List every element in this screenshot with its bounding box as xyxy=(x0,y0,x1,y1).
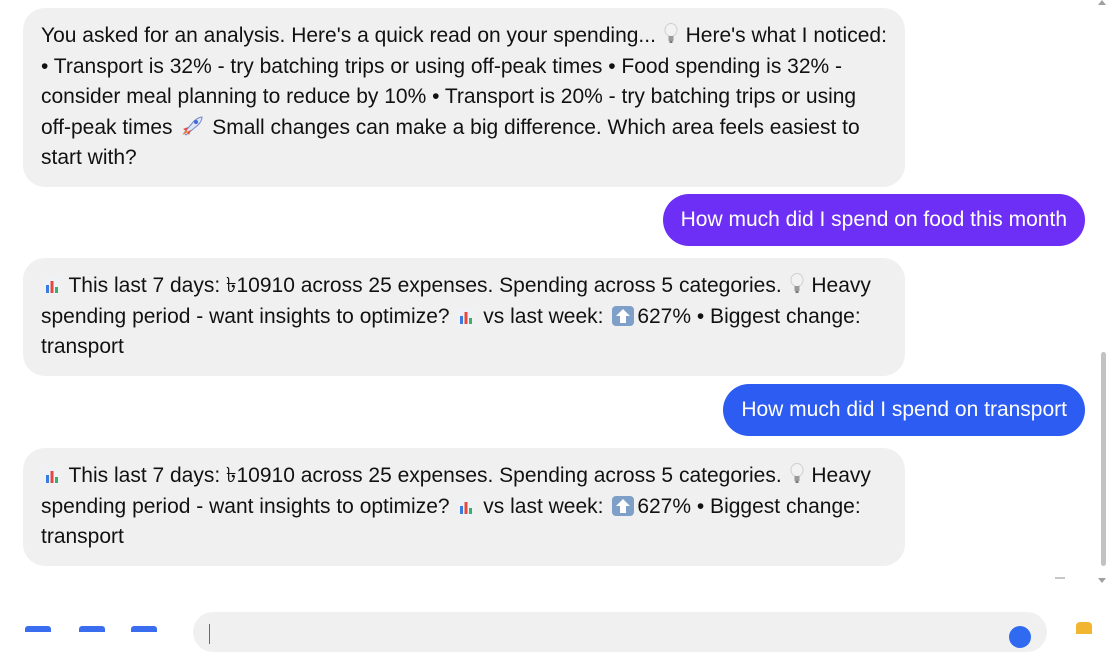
scroll-up-arrow-icon[interactable] xyxy=(1098,0,1106,5)
message-text: How much did I spend on transport xyxy=(741,398,1067,421)
bar-chart-icon xyxy=(44,278,60,294)
attach-file-icon[interactable] xyxy=(25,626,51,632)
assistant-message: This last 7 days: ৳10910 across 25 expen… xyxy=(23,258,905,376)
bar-chart-icon xyxy=(44,468,60,484)
up-arrow-icon xyxy=(612,305,635,326)
message-text: vs last week: xyxy=(483,304,604,328)
user-message: How much did I spend on food this month xyxy=(662,194,1085,246)
scrollbar[interactable] xyxy=(1098,0,1107,630)
message-text: How much did I spend on food this month xyxy=(680,208,1067,231)
scroll-down-arrow-icon[interactable] xyxy=(1098,578,1106,583)
assistant-message: You asked for an analysis. Here's a quic… xyxy=(23,8,905,187)
user-message: How much did I spend on transport xyxy=(723,384,1085,436)
folder-icon[interactable] xyxy=(131,626,157,632)
message-text: vs last week: xyxy=(483,494,604,518)
assistant-message: This last 7 days: ৳10910 across 25 expen… xyxy=(23,448,905,566)
bar-chart-icon xyxy=(458,308,475,325)
scrollbar-thumb[interactable] xyxy=(1101,352,1106,566)
message-composer xyxy=(0,600,1098,652)
like-icon[interactable] xyxy=(1076,622,1092,634)
bar-chart-icon xyxy=(458,498,475,515)
emoji-icon[interactable] xyxy=(1009,626,1031,648)
lightbulb-icon xyxy=(790,273,804,293)
message-text: You asked for an analysis. Here's a quic… xyxy=(41,24,656,47)
message-text: This last 7 days: ৳10910 across 25 expen… xyxy=(68,464,782,487)
image-icon[interactable] xyxy=(79,626,105,632)
lightbulb-icon xyxy=(664,23,678,43)
rocket-icon xyxy=(182,115,203,136)
chat-thread: You asked for an analysis. Here's a quic… xyxy=(0,0,1098,652)
message-text: This last 7 days: ৳10910 across 25 expen… xyxy=(68,274,782,297)
lightbulb-icon xyxy=(790,463,804,483)
up-arrow-icon xyxy=(612,495,635,516)
message-input[interactable] xyxy=(193,612,1047,652)
divider xyxy=(1055,577,1065,579)
text-caret xyxy=(209,624,210,644)
